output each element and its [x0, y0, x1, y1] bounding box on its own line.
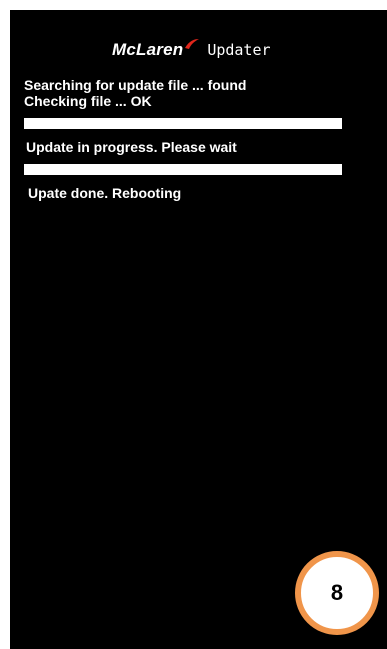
app-title: Updater	[207, 41, 271, 59]
brand-logo-text: McLaren	[112, 39, 184, 59]
progress-bar-1-fill	[24, 118, 342, 129]
updater-header: McLaren Updater	[112, 36, 271, 62]
progress-bar-1	[24, 118, 342, 129]
step-number: 8	[330, 580, 344, 605]
brand-logo: McLaren	[112, 38, 200, 59]
log-line-progress: Update in progress. Please wait	[26, 139, 237, 155]
speedmark-icon	[185, 38, 200, 49]
progress-bar-2	[24, 164, 342, 175]
log-line-check: Checking file ... OK	[24, 93, 152, 109]
log-line-done: Upate done. Rebooting	[28, 185, 182, 201]
progress-bar-2-fill	[24, 164, 342, 175]
log-line-search: Searching for update file ... found	[24, 77, 247, 93]
step-number-badge: 8	[295, 551, 379, 635]
